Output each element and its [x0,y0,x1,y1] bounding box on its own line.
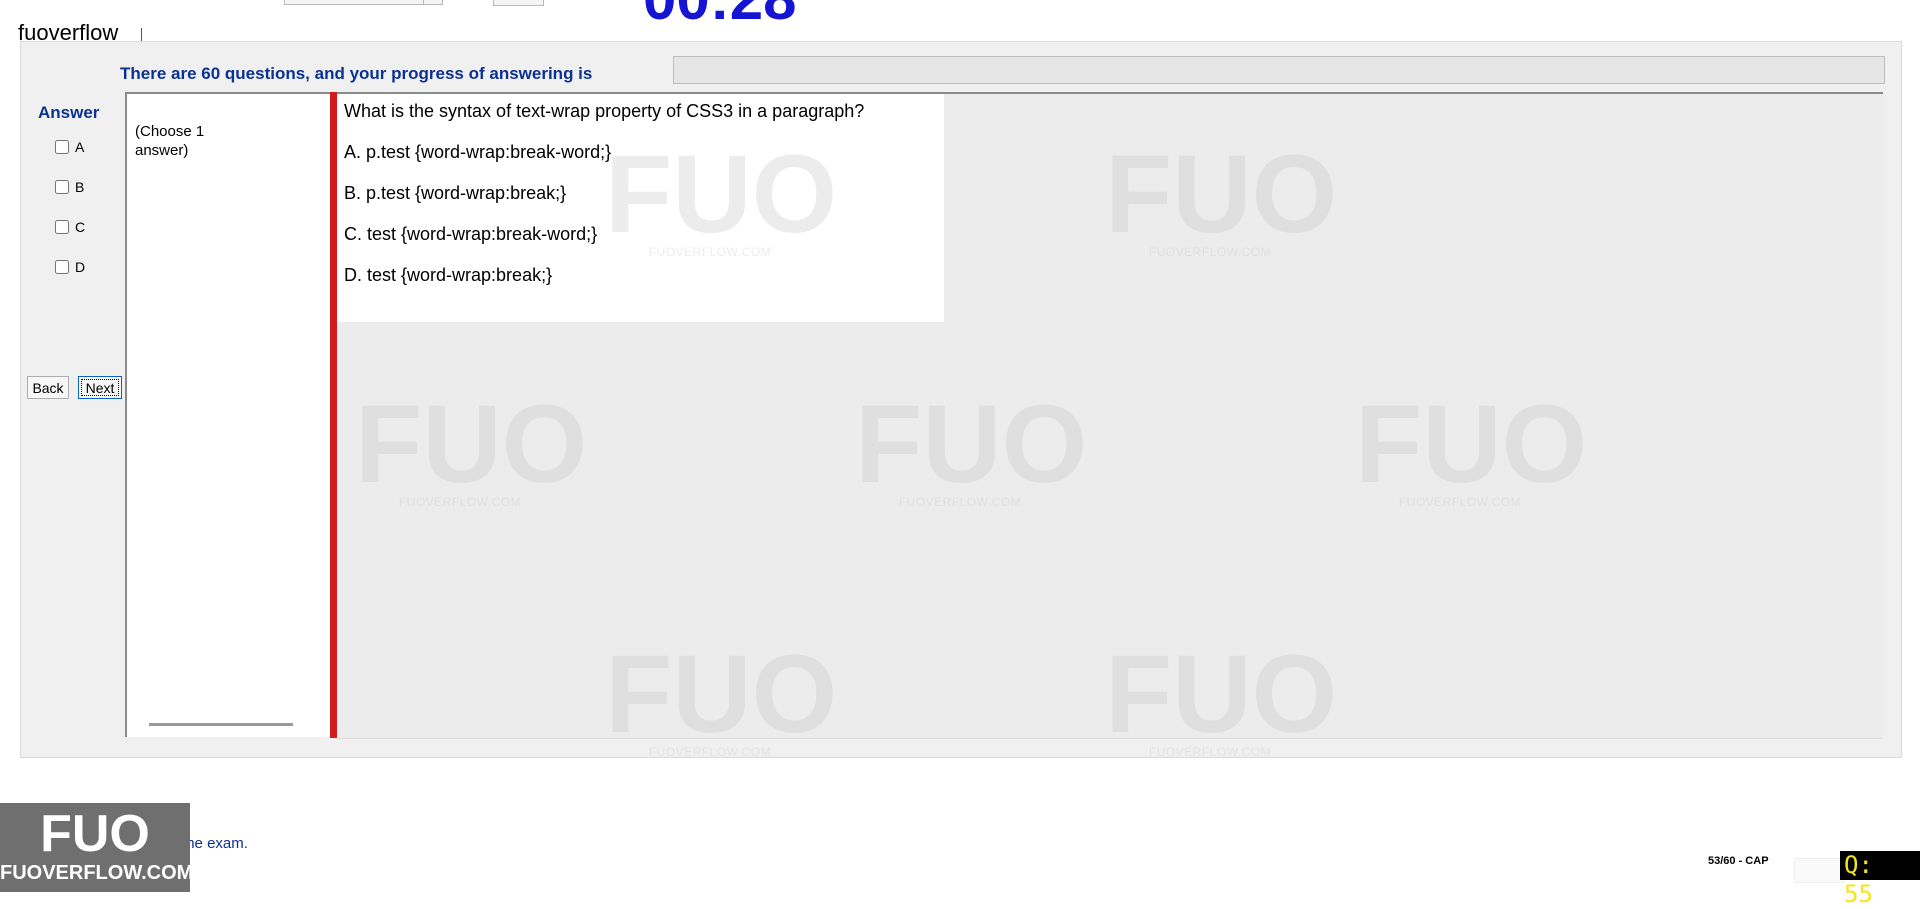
answer-checkbox-a[interactable] [55,140,69,154]
timer: 00:28 [643,0,796,33]
answer-option-label: A [75,139,85,155]
answer-option-a[interactable]: A [55,139,84,155]
horizontal-scrollbar[interactable] [149,723,293,726]
status-box [1794,858,1844,883]
question-text: What is the syntax of text-wrap property… [344,101,865,121]
answer-option-label: C [75,219,86,235]
question-option-b: B. p.test {word-wrap:break;} [344,183,567,203]
progress-bar [673,56,1885,84]
question-option-d: D. test {word-wrap:break;} [344,265,553,285]
top-box[interactable] [493,0,544,6]
answer-checkbox-b[interactable] [55,180,69,194]
logo-text: FUOVERFLOW.COM [0,862,194,884]
fuoverflow-logo: FUO FUOVERFLOW.COM [0,803,194,892]
panel-splitter[interactable] [330,92,337,738]
exam-status: 53/60 - CAP [1708,855,1769,867]
logo-mark: FUO [40,805,150,863]
answer-title: Answer [38,103,100,122]
answer-option-b[interactable]: B [55,179,84,195]
question-panel: What is the syntax of text-wrap property… [337,92,1883,739]
answer-checkbox-d[interactable] [55,260,69,274]
back-button[interactable]: Back [27,376,69,399]
answer-option-label: B [75,179,85,195]
answer-option-label: D [75,259,86,275]
answer-checkbox-c[interactable] [55,220,69,234]
progress-label: There are 60 questions, and your progres… [120,64,593,83]
answer-option-d[interactable]: D [55,259,85,275]
choose-instruction: (Choose 1 answer) [135,123,205,159]
instruction-panel: (Choose 1 answer) [125,92,330,737]
next-button[interactable]: Next [78,376,122,399]
question-option-a: A. p.test {word-wrap:break-word;} [344,142,612,162]
question-counter: Q: 55 [1840,851,1920,908]
top-input[interactable] [284,0,443,5]
dropdown-icon[interactable] [423,0,442,4]
question-option-c: C. test {word-wrap:break-word;} [344,224,598,244]
answer-option-c[interactable]: C [55,219,85,235]
question-box: What is the syntax of text-wrap property… [337,94,944,322]
